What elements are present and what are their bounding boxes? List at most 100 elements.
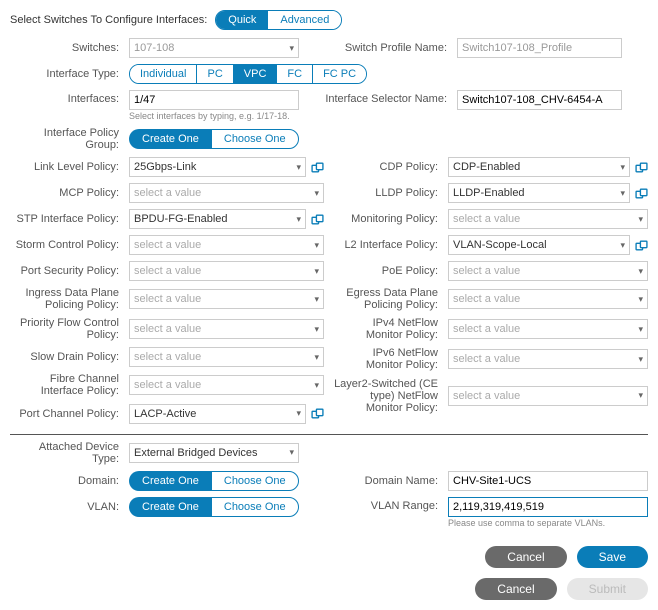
chevron-down-icon: ▾ — [620, 240, 625, 251]
inner-cancel-button[interactable]: Cancel — [485, 546, 566, 568]
interfaces-hint: Select interfaces by typing, e.g. 1/17-1… — [129, 111, 299, 121]
cdp-label: CDP Policy: — [334, 161, 444, 173]
ipv6nf-select[interactable]: select a value ▾ — [448, 349, 648, 369]
placeholder-text: select a value — [134, 239, 201, 251]
slowdrain-select[interactable]: select a value▾ — [129, 347, 324, 367]
iftype-individual[interactable]: Individual — [130, 65, 197, 83]
chevron-down-icon: ▾ — [638, 266, 643, 277]
iftype-fc[interactable]: FC — [277, 65, 313, 83]
fc-label: Fibre Channel Interface Policy: — [10, 373, 125, 397]
chevron-down-icon: ▾ — [314, 240, 319, 251]
portsec-select[interactable]: select a value▾ — [129, 261, 324, 281]
chevron-down-icon: ▾ — [314, 324, 319, 335]
ipv6nf-label: IPv6 NetFlow Monitor Policy: — [334, 347, 444, 371]
domain-name-input[interactable] — [448, 471, 648, 491]
profile-label: Switch Profile Name: — [323, 42, 453, 54]
cdp-select[interactable]: CDP-Enabled▾ — [448, 157, 630, 177]
switches-value: 107-108 — [134, 42, 174, 54]
chevron-down-icon: ▾ — [638, 324, 643, 335]
portchannel-label: Port Channel Policy: — [10, 408, 125, 420]
monitoring-select[interactable]: select a value ▾ — [448, 209, 648, 229]
iftype-vpc[interactable]: VPC — [234, 65, 278, 83]
iftype-pc[interactable]: PC — [197, 65, 233, 83]
vlan-choose-one[interactable]: Choose One — [211, 497, 299, 517]
mcp-label: MCP Policy: — [10, 187, 125, 199]
chevron-down-icon: ▾ — [638, 354, 643, 365]
ifsel-label: Interface Selector Name: — [303, 90, 453, 105]
vlan-label: VLAN: — [10, 501, 125, 513]
ipg-label: Interface Policy Group: — [10, 127, 125, 151]
chevron-down-icon: ▾ — [314, 188, 319, 199]
switches-select[interactable]: 107-108 ▾ — [129, 38, 299, 58]
ifsel-input[interactable] — [457, 90, 622, 110]
chevron-down-icon: ▾ — [289, 447, 294, 458]
iftype-fcpc[interactable]: FC PC — [313, 65, 366, 83]
chevron-down-icon: ▾ — [296, 162, 301, 173]
storm-label: Storm Control Policy: — [10, 239, 125, 251]
fc-select[interactable]: select a value ▾ — [129, 375, 324, 395]
pfc-select[interactable]: select a value ▾ — [129, 319, 324, 339]
chevron-down-icon: ▾ — [314, 380, 319, 391]
placeholder-text: select a value — [134, 187, 201, 199]
ipv4nf-label: IPv4 NetFlow Monitor Policy: — [334, 317, 444, 341]
poe-select[interactable]: select a value ▾ — [448, 261, 648, 281]
cdp-value: CDP-Enabled — [453, 161, 520, 173]
stp-select[interactable]: BPDU-FG-Enabled▾ — [129, 209, 306, 229]
chevron-down-icon: ▾ — [289, 43, 294, 54]
egress-select[interactable]: select a value▾ — [448, 289, 648, 309]
vlan-range-label: VLAN Range: — [334, 497, 444, 512]
pfc-label: Priority Flow Control Policy: — [10, 317, 125, 341]
interfaces-input[interactable] — [129, 90, 299, 110]
l2nf-label: Layer2-Switched (CE type) NetFlow Monito… — [334, 378, 444, 414]
placeholder-text: select a value — [453, 213, 520, 225]
vlan-range-input[interactable] — [448, 497, 648, 517]
mode-advanced[interactable]: Advanced — [268, 11, 341, 29]
vlan-hint: Please use comma to separate VLANs. — [448, 518, 648, 528]
chevron-down-icon: ▾ — [638, 294, 643, 305]
vlan-create-one[interactable]: Create One — [129, 497, 211, 517]
lldp-label: LLDP Policy: — [334, 187, 444, 199]
storm-select[interactable]: select a value ▾ — [129, 235, 324, 255]
lldp-select[interactable]: LLDP-Enabled▾ — [448, 183, 630, 203]
placeholder-text: select a value — [134, 379, 201, 391]
ipv4nf-select[interactable]: select a value▾ — [448, 319, 648, 339]
portchannel-select[interactable]: LACP-Active▾ — [129, 404, 306, 424]
chevron-down-icon: ▾ — [638, 390, 643, 401]
interfaces-label: Interfaces: — [10, 90, 125, 105]
divider — [10, 434, 648, 435]
link-icon[interactable] — [310, 160, 324, 174]
domain-choose-one[interactable]: Choose One — [211, 471, 299, 491]
domain-create-one[interactable]: Create One — [129, 471, 211, 491]
save-button[interactable]: Save — [577, 546, 648, 568]
devtype-label: Attached Device Type: — [10, 441, 125, 465]
iftype-segmented[interactable]: Individual PC VPC FC FC PC — [129, 64, 367, 84]
egress-label: Egress Data Plane Policing Policy: — [334, 287, 444, 311]
link-icon[interactable] — [634, 186, 648, 200]
l2-select[interactable]: VLAN-Scope-Local▾ — [448, 235, 630, 255]
slowdrain-label: Slow Drain Policy: — [10, 351, 125, 363]
link-icon[interactable] — [634, 160, 648, 174]
link-icon[interactable] — [310, 407, 324, 421]
link-level-select[interactable]: 25Gbps-Link ▾ — [129, 157, 306, 177]
link-icon[interactable] — [310, 212, 324, 226]
devtype-select[interactable]: External Bridged Devices▾ — [129, 443, 299, 463]
poe-label: PoE Policy: — [334, 265, 444, 277]
ingress-select[interactable]: select a value▾ — [129, 289, 324, 309]
outer-cancel-button[interactable]: Cancel — [475, 578, 556, 600]
ingress-label: Ingress Data Plane Policing Policy: — [10, 287, 125, 311]
link-icon[interactable] — [634, 238, 648, 252]
ipg-create-one[interactable]: Create One — [129, 129, 211, 149]
chevron-down-icon: ▾ — [638, 214, 643, 225]
mcp-select[interactable]: select a value ▾ — [129, 183, 324, 203]
ipg-choose-one[interactable]: Choose One — [211, 129, 299, 149]
l2nf-select[interactable]: select a value▾ — [448, 386, 648, 406]
placeholder-text: select a value — [453, 265, 520, 277]
placeholder-text: select a value — [134, 323, 201, 335]
header-title: Select Switches To Configure Interfaces: — [10, 14, 207, 26]
link-level-value: 25Gbps-Link — [134, 161, 196, 173]
mode-quick[interactable]: Quick — [216, 11, 268, 29]
chevron-down-icon: ▾ — [296, 408, 301, 419]
mode-toggle[interactable]: Quick Advanced — [215, 10, 342, 30]
placeholder-text: select a value — [453, 353, 520, 365]
profile-input[interactable] — [457, 38, 622, 58]
